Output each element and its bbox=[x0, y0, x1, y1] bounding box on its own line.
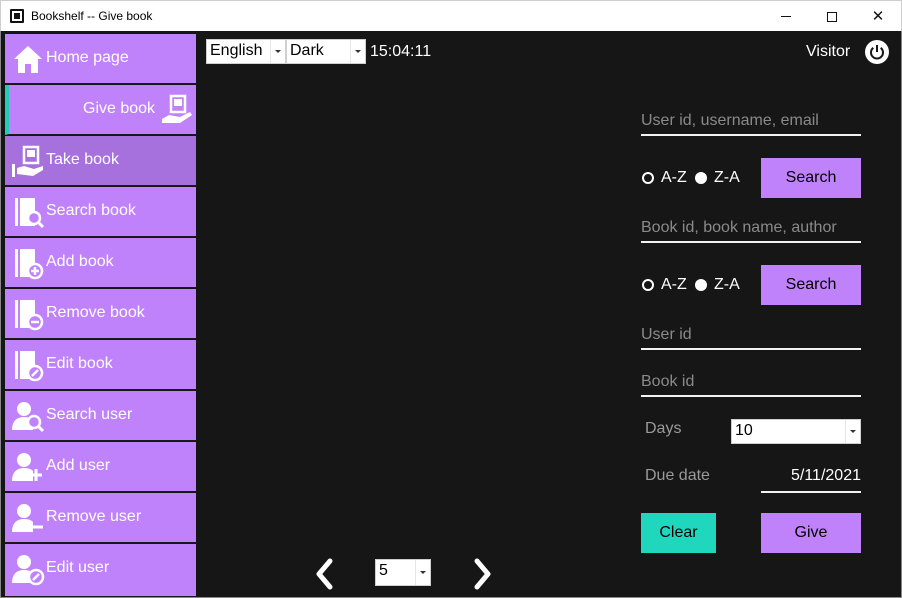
close-icon: ✕ bbox=[871, 7, 885, 25]
sidebar-item-remove-book[interactable]: Remove book bbox=[5, 289, 196, 339]
user-id-field[interactable] bbox=[641, 322, 861, 350]
page-size-value: 5 bbox=[379, 562, 388, 579]
book-sort-za-label: Z-A bbox=[714, 276, 740, 293]
user-sort-az-radio[interactable] bbox=[642, 172, 654, 184]
user-id-input[interactable] bbox=[641, 322, 861, 348]
sidebar-item-search-user[interactable]: Search user bbox=[5, 391, 196, 441]
sidebar-item-label: Add book bbox=[46, 253, 114, 270]
current-user: Visitor bbox=[806, 43, 851, 60]
add-book-icon bbox=[15, 249, 44, 280]
close-button[interactable]: ✕ bbox=[855, 1, 901, 32]
theme-value: Dark bbox=[290, 42, 324, 59]
sidebar-item-take-book[interactable]: Take book bbox=[5, 136, 196, 186]
due-date-label: Due date bbox=[645, 467, 710, 484]
next-page-icon[interactable] bbox=[472, 558, 494, 590]
user-search-button[interactable]: Search bbox=[761, 158, 861, 198]
book-id-field[interactable] bbox=[641, 369, 861, 397]
sidebar-item-remove-user[interactable]: Remove user bbox=[5, 493, 196, 543]
search-book-icon bbox=[15, 198, 45, 229]
minimize-button[interactable] bbox=[763, 1, 809, 32]
sidebar-item-label: Give book bbox=[83, 100, 156, 117]
book-search-input[interactable] bbox=[641, 215, 861, 241]
clock: 15:04:11 bbox=[370, 43, 432, 60]
sidebar-item-home-page[interactable]: Home page bbox=[5, 34, 196, 84]
sidebar-item-label: Remove book bbox=[46, 304, 145, 321]
home-icon bbox=[14, 46, 42, 73]
remove-book-icon bbox=[15, 300, 44, 331]
power-icon[interactable] bbox=[865, 40, 889, 64]
edit-book-icon bbox=[15, 351, 44, 382]
days-value: 10 bbox=[735, 422, 753, 439]
maximize-icon bbox=[827, 11, 837, 22]
sidebar-item-add-book[interactable]: Add book bbox=[5, 238, 196, 288]
minimize-icon bbox=[781, 16, 791, 17]
sidebar-item-label: Take book bbox=[46, 151, 119, 168]
previous-page-icon[interactable] bbox=[313, 558, 335, 590]
days-select[interactable]: 10 bbox=[731, 419, 861, 444]
remove-user-icon bbox=[12, 504, 43, 532]
window-titlebar: Bookshelf -- Give book ✕ bbox=[0, 0, 902, 31]
book-id-input[interactable] bbox=[641, 369, 861, 395]
give-button[interactable]: Give bbox=[761, 513, 861, 553]
theme-select[interactable]: Dark bbox=[286, 39, 366, 64]
chevron-down-icon bbox=[350, 40, 365, 63]
edit-user-icon bbox=[12, 555, 45, 586]
chevron-down-icon bbox=[845, 420, 860, 443]
sidebar-item-label: Add user bbox=[46, 457, 111, 474]
days-label: Days bbox=[645, 420, 682, 437]
search-user-icon bbox=[12, 402, 45, 433]
book-search-field[interactable] bbox=[641, 215, 861, 243]
book-sort-za-radio[interactable] bbox=[695, 279, 707, 291]
sidebar-item-edit-user[interactable]: Edit user bbox=[5, 544, 196, 597]
sidebar: Home page Give book Take book Search boo… bbox=[5, 34, 196, 598]
add-user-icon bbox=[12, 453, 42, 481]
take-book-icon bbox=[12, 145, 43, 177]
maximize-button[interactable] bbox=[809, 1, 855, 32]
sidebar-item-edit-book[interactable]: Edit book bbox=[5, 340, 196, 390]
sidebar-item-label: Search book bbox=[46, 202, 136, 219]
page-size-select[interactable]: 5 bbox=[375, 559, 431, 586]
user-sort-za-label: Z-A bbox=[714, 169, 740, 186]
language-value: English bbox=[210, 42, 263, 59]
give-book-icon bbox=[162, 94, 192, 123]
sidebar-item-label: Edit book bbox=[46, 355, 113, 372]
language-select[interactable]: English bbox=[206, 39, 286, 64]
user-sort-za-radio[interactable] bbox=[695, 172, 707, 184]
book-sort-az-radio[interactable] bbox=[642, 279, 654, 291]
sidebar-item-label: Edit user bbox=[46, 559, 110, 576]
sidebar-item-search-book[interactable]: Search book bbox=[5, 187, 196, 237]
due-date-value: 5/11/2021 bbox=[761, 460, 861, 493]
book-search-button[interactable]: Search bbox=[761, 265, 861, 305]
sidebar-item-give-book[interactable]: Give book bbox=[5, 85, 196, 135]
user-search-field[interactable] bbox=[641, 108, 861, 136]
sidebar-item-label: Remove user bbox=[46, 508, 142, 525]
user-sort-az-label: A-Z bbox=[661, 169, 687, 186]
user-search-input[interactable] bbox=[641, 108, 861, 134]
window-title: Bookshelf -- Give book bbox=[31, 9, 153, 23]
book-sort-az-label: A-Z bbox=[661, 276, 687, 293]
chevron-down-icon bbox=[415, 560, 430, 585]
chevron-down-icon bbox=[270, 40, 285, 63]
sidebar-item-add-user[interactable]: Add user bbox=[5, 442, 196, 492]
bookshelf-app-icon bbox=[10, 9, 24, 23]
sidebar-item-label: Home page bbox=[46, 49, 129, 66]
sidebar-item-label: Search user bbox=[46, 406, 133, 423]
clear-button[interactable]: Clear bbox=[641, 513, 716, 553]
